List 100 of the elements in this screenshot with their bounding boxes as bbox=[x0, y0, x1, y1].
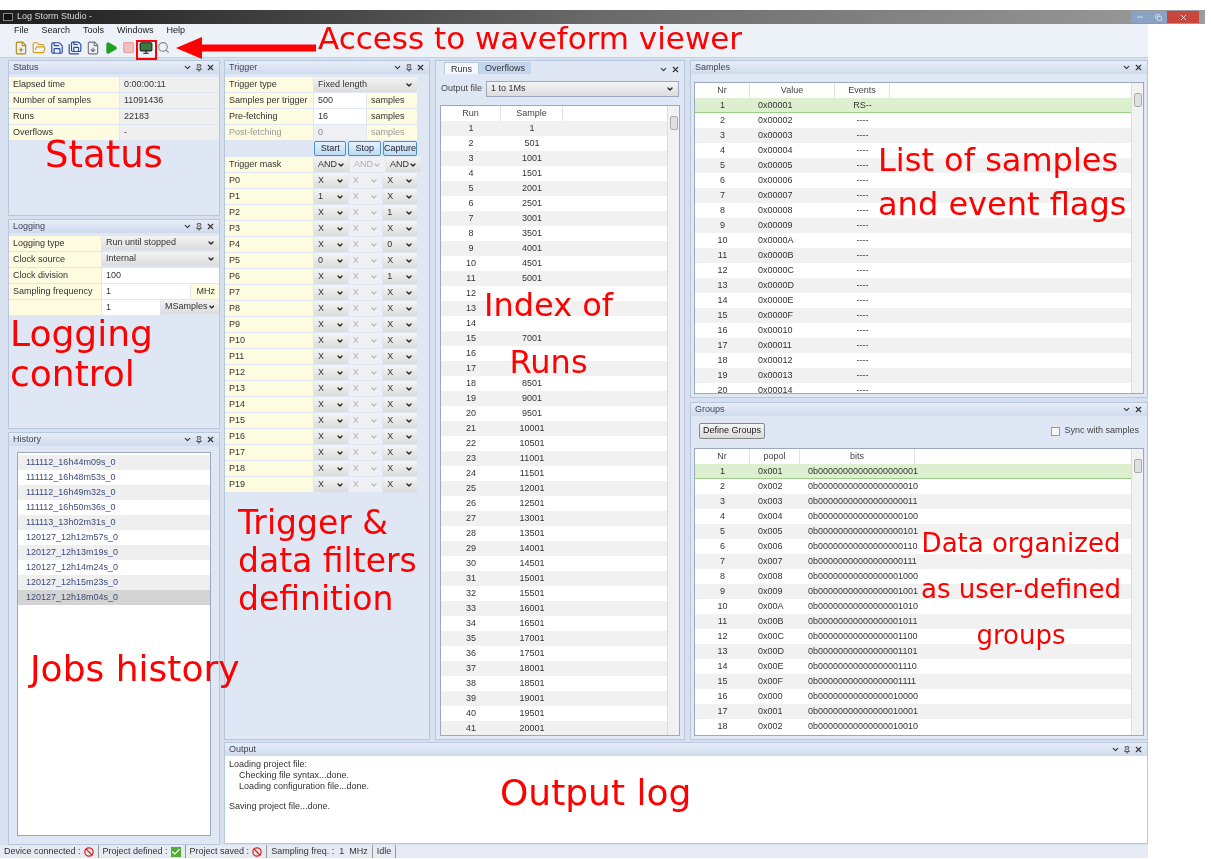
pin-icon[interactable] bbox=[195, 63, 203, 72]
action-button[interactable]: Start bbox=[314, 141, 347, 156]
dropdown-icon[interactable] bbox=[1122, 405, 1131, 414]
history-item[interactable]: 111113_13h02m31s_0 bbox=[18, 515, 210, 530]
dropdown[interactable]: X bbox=[314, 173, 348, 188]
dropdown[interactable]: X bbox=[383, 397, 417, 412]
close-button[interactable] bbox=[1167, 11, 1199, 23]
close-icon[interactable] bbox=[1134, 405, 1143, 414]
action-button[interactable]: Stop bbox=[348, 141, 381, 156]
dropdown[interactable]: X bbox=[314, 301, 348, 316]
dropdown[interactable]: X bbox=[314, 317, 348, 332]
dropdown-icon[interactable] bbox=[183, 63, 192, 72]
dropdown[interactable]: MSamples bbox=[161, 300, 219, 314]
dropdown[interactable]: AND bbox=[386, 157, 422, 172]
save-icon[interactable] bbox=[50, 40, 64, 55]
close-icon[interactable] bbox=[1134, 745, 1143, 754]
dropdown-icon[interactable] bbox=[183, 222, 192, 231]
menu-item[interactable]: Tools bbox=[83, 24, 105, 38]
dropdown[interactable]: X bbox=[314, 221, 348, 236]
dropdown-icon[interactable] bbox=[393, 63, 402, 72]
input-field[interactable]: 1 bbox=[102, 284, 190, 299]
dropdown[interactable]: X bbox=[383, 413, 417, 428]
input-field[interactable]: 100 bbox=[102, 268, 219, 283]
dropdown[interactable]: X bbox=[314, 461, 348, 476]
dropdown[interactable]: 1 bbox=[314, 189, 348, 204]
scrollbar[interactable] bbox=[1131, 83, 1143, 393]
dropdown[interactable]: X bbox=[383, 173, 417, 188]
dropdown-icon[interactable] bbox=[659, 65, 668, 74]
dropdown[interactable]: X bbox=[383, 349, 417, 364]
dropdown[interactable]: X bbox=[383, 253, 417, 268]
input-field[interactable]: 500 bbox=[314, 93, 366, 108]
dropdown[interactable]: 1 to 1Ms bbox=[486, 81, 679, 97]
history-item[interactable]: 120127_12h13m19s_0 bbox=[18, 545, 210, 560]
define-groups-button[interactable]: Define Groups bbox=[699, 423, 766, 439]
dropdown[interactable]: Internal bbox=[102, 252, 219, 266]
menu-item[interactable]: File bbox=[14, 24, 29, 38]
input-field[interactable]: 16 bbox=[314, 109, 366, 124]
dropdown[interactable]: X bbox=[314, 285, 348, 300]
pin-icon[interactable] bbox=[195, 435, 203, 444]
search-icon[interactable] bbox=[157, 41, 170, 54]
close-icon[interactable] bbox=[1134, 63, 1143, 72]
dropdown[interactable]: X bbox=[383, 189, 417, 204]
dropdown[interactable]: X bbox=[383, 221, 417, 236]
dropdown[interactable]: 0 bbox=[383, 237, 417, 252]
close-icon[interactable] bbox=[671, 65, 680, 74]
dropdown[interactable]: 1 bbox=[383, 269, 417, 284]
dropdown[interactable]: X bbox=[383, 445, 417, 460]
dropdown[interactable]: AND bbox=[314, 157, 349, 172]
close-icon[interactable] bbox=[206, 222, 215, 231]
dropdown-icon[interactable] bbox=[1111, 745, 1120, 754]
scrollbar[interactable] bbox=[667, 106, 679, 735]
dropdown[interactable]: X bbox=[383, 477, 417, 492]
waveform-viewer-icon[interactable] bbox=[139, 40, 153, 55]
dropdown[interactable]: X bbox=[314, 413, 348, 428]
dropdown[interactable]: X bbox=[383, 429, 417, 444]
dropdown[interactable]: Run until stopped bbox=[102, 236, 219, 250]
save-all-icon[interactable] bbox=[68, 40, 82, 55]
export-icon[interactable] bbox=[86, 40, 100, 55]
dropdown[interactable]: Fixed length bbox=[314, 77, 417, 92]
play-icon[interactable] bbox=[104, 40, 118, 55]
dropdown[interactable]: X bbox=[383, 333, 417, 348]
dropdown[interactable]: X bbox=[383, 301, 417, 316]
pin-icon[interactable] bbox=[405, 63, 413, 72]
dropdown[interactable]: X bbox=[314, 381, 348, 396]
dropdown[interactable]: X bbox=[314, 349, 348, 364]
scrollbar[interactable] bbox=[1131, 449, 1143, 735]
dropdown[interactable]: X bbox=[383, 461, 417, 476]
history-item[interactable]: 120127_12h15m23s_0 bbox=[18, 575, 210, 590]
dropdown[interactable]: X bbox=[314, 477, 348, 492]
menu-item[interactable]: Help bbox=[166, 24, 186, 38]
dropdown[interactable]: X bbox=[314, 397, 348, 412]
history-item[interactable]: 120127_12h18m04s_0 bbox=[18, 590, 210, 605]
history-item[interactable]: 111112_16h49m32s_0 bbox=[18, 485, 210, 500]
dropdown-icon[interactable] bbox=[183, 435, 192, 444]
dropdown[interactable]: X bbox=[314, 333, 348, 348]
action-button[interactable]: Capture bbox=[382, 141, 417, 156]
dropdown[interactable]: X bbox=[383, 365, 417, 380]
dropdown-icon[interactable] bbox=[1122, 63, 1131, 72]
dropdown[interactable]: X bbox=[314, 365, 348, 380]
input-field[interactable]: 1 bbox=[102, 300, 160, 315]
pin-icon[interactable] bbox=[195, 222, 203, 231]
history-item[interactable]: 111112_16h44m09s_0 bbox=[18, 455, 210, 470]
menu-item[interactable]: Windows bbox=[117, 24, 154, 38]
close-icon[interactable] bbox=[416, 63, 425, 72]
dropdown[interactable]: 1 bbox=[383, 205, 417, 220]
dropdown[interactable]: X bbox=[314, 429, 348, 444]
dropdown[interactable]: X bbox=[314, 237, 348, 252]
dropdown[interactable]: X bbox=[314, 445, 348, 460]
dropdown[interactable]: X bbox=[383, 317, 417, 332]
tab[interactable]: Runs bbox=[444, 62, 479, 74]
dropdown[interactable]: X bbox=[383, 381, 417, 396]
dropdown[interactable]: X bbox=[383, 285, 417, 300]
dropdown[interactable]: X bbox=[314, 269, 348, 284]
close-icon[interactable] bbox=[206, 435, 215, 444]
pin-icon[interactable] bbox=[1123, 745, 1131, 754]
dropdown[interactable]: X bbox=[314, 205, 348, 220]
close-icon[interactable] bbox=[206, 63, 215, 72]
dropdown[interactable]: 0 bbox=[314, 253, 348, 268]
checkbox[interactable] bbox=[1051, 426, 1061, 436]
tab[interactable]: Overflows bbox=[479, 62, 532, 74]
